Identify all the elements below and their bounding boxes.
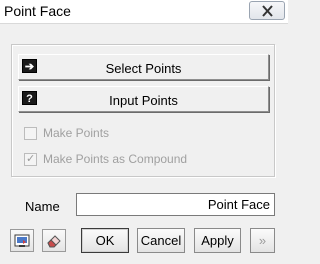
name-label: Name	[25, 199, 60, 214]
select-points-button[interactable]: ➔ Select Points	[18, 54, 269, 80]
title-bar[interactable]: Point Face	[0, 0, 288, 24]
make-points-compound-checkbox[interactable]: ✓	[24, 153, 37, 166]
screenshot-icon	[14, 234, 30, 247]
eraser-icon	[47, 235, 61, 248]
cancel-button[interactable]: Cancel	[137, 228, 185, 253]
make-points-compound-label: Make Points as Compound	[43, 152, 188, 166]
point-face-dialog: Point Face ➔ Select Points ? Input Point…	[0, 0, 288, 264]
make-points-checkbox[interactable]	[24, 127, 37, 140]
close-icon	[262, 5, 273, 17]
eraser-button[interactable]	[42, 229, 66, 252]
name-field[interactable]	[76, 193, 275, 216]
dump-view-button[interactable]	[10, 229, 34, 252]
select-points-label: Select Points	[105, 61, 182, 76]
input-points-label: Input Points	[109, 93, 178, 108]
window-title: Point Face	[4, 3, 71, 19]
make-points-label: Make Points	[43, 126, 110, 140]
close-button[interactable]	[249, 1, 285, 20]
apply-button[interactable]: Apply	[194, 228, 241, 253]
input-points-button[interactable]: ? Input Points	[18, 86, 269, 112]
ok-button[interactable]: OK	[81, 228, 129, 253]
checkmark-icon: ✓	[26, 153, 36, 165]
more-button[interactable]: »	[250, 228, 275, 253]
